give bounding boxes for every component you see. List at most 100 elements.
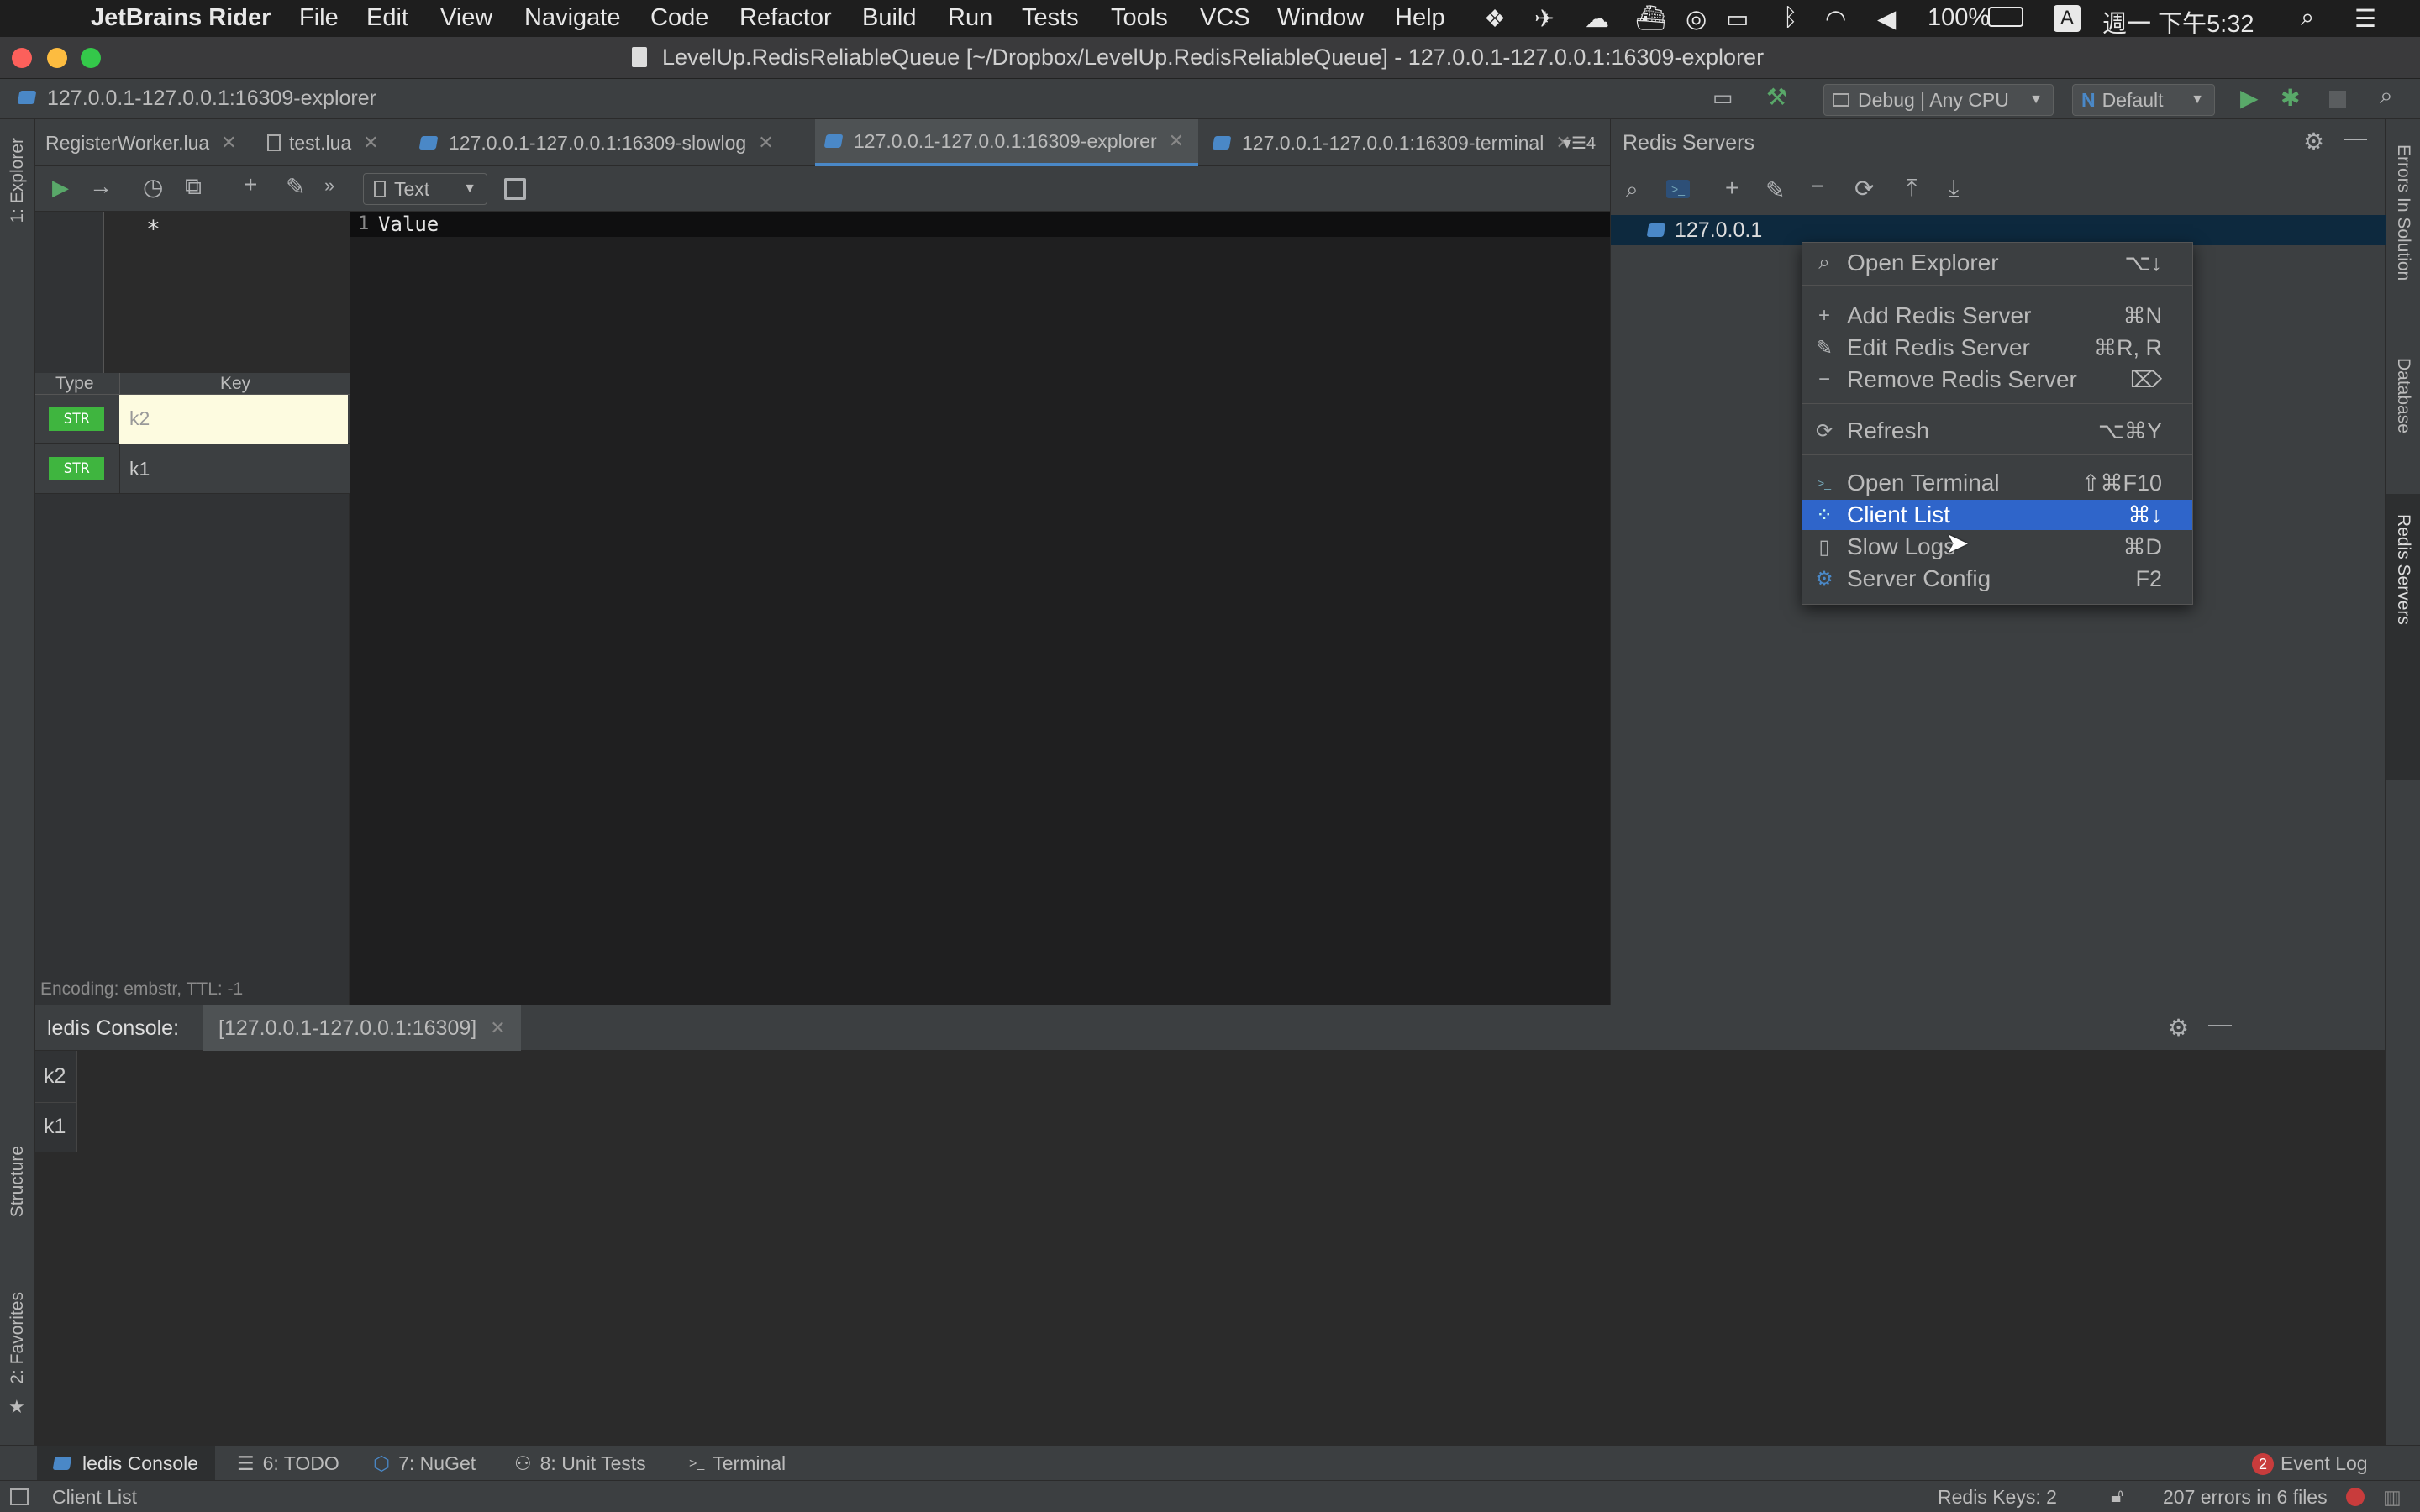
expand-all-icon[interactable]: ⤒ xyxy=(1907,175,1917,202)
minimize-window-button[interactable] xyxy=(47,48,67,68)
copy-icon[interactable]: ⧉ xyxy=(185,173,202,201)
error-indicator-icon[interactable] xyxy=(2346,1488,2365,1506)
debug-bug-icon[interactable]: ✱ xyxy=(2281,84,2300,112)
key-name[interactable]: k1 xyxy=(129,458,150,480)
tab-terminal[interactable]: 127.0.0.1-127.0.0.1:16309-terminal ✕ xyxy=(1203,119,1598,166)
wifi-icon[interactable]: ◠ xyxy=(1825,4,1846,34)
search-everywhere-icon[interactable]: ⌕ xyxy=(2380,82,2393,110)
tool-window-structure[interactable]: Structure xyxy=(8,1146,28,1217)
minimize-panel-icon[interactable]: — xyxy=(2208,1011,2232,1037)
menu-item-server-config[interactable]: ⚙ Server Config F2 xyxy=(1802,564,2192,594)
collapse-all-icon[interactable]: ⤓ xyxy=(1949,175,1959,202)
tool-tab-event-log[interactable]: 2 Event Log xyxy=(2252,1452,2368,1475)
table-row[interactable]: STR k1 xyxy=(35,444,350,494)
open-explorer-icon[interactable]: ⌕ xyxy=(1626,176,1639,203)
menu-item-add-redis-server[interactable]: + Add Redis Server ⌘N xyxy=(1802,301,2192,331)
list-item[interactable]: k1 xyxy=(35,1103,77,1152)
menu-vcs[interactable]: VCS xyxy=(1200,4,1250,32)
tab-explorer[interactable]: 127.0.0.1-127.0.0.1:16309-explorer ✕ xyxy=(815,119,1198,166)
menu-item-open-terminal[interactable]: >_ Open Terminal ⇧⌘F10 xyxy=(1802,468,2192,498)
menu-window[interactable]: Window xyxy=(1277,4,1364,32)
cloud-icon[interactable]: ☁ xyxy=(1585,4,1609,34)
server-tree-node[interactable]: 127.0.0.1 xyxy=(1611,215,2386,245)
table-row[interactable]: STR k2 xyxy=(35,395,350,444)
tool-window-favorites[interactable]: 2: Favorites xyxy=(8,1292,28,1384)
menu-edit[interactable]: Edit xyxy=(366,4,408,32)
window-layout-icon[interactable]: ▭ xyxy=(1712,85,1733,111)
lock-icon[interactable]: 🔓︎ xyxy=(2111,1484,2123,1507)
history-clock-icon[interactable]: ◷ xyxy=(143,173,163,201)
tab-test-lua[interactable]: test.lua ✕ xyxy=(257,119,405,166)
close-window-button[interactable] xyxy=(12,48,32,68)
add-icon[interactable]: + xyxy=(244,171,257,198)
battery-icon[interactable] xyxy=(1988,7,2023,27)
spotlight-icon[interactable]: ⌕ xyxy=(2301,4,2314,32)
tool-tab-ledis-console[interactable]: ledis Console xyxy=(37,1446,216,1481)
memory-indicator-icon[interactable]: ▥ xyxy=(2383,1486,2402,1509)
menu-code[interactable]: Code xyxy=(650,4,708,32)
volume-icon[interactable]: ◀ xyxy=(1877,4,1896,34)
column-header-key[interactable]: Key xyxy=(220,374,250,394)
edit-pencil-icon[interactable]: ✎ xyxy=(286,173,305,201)
server-label[interactable]: 127.0.0.1 xyxy=(1675,218,1762,243)
key-filter-editor[interactable]: * xyxy=(104,212,350,373)
close-icon[interactable]: ✕ xyxy=(363,132,378,154)
errors-summary[interactable]: 207 errors in 6 files xyxy=(2163,1486,2328,1509)
close-icon[interactable]: ✕ xyxy=(490,1017,505,1039)
docker-icon[interactable]: ⛴ xyxy=(1635,4,1666,33)
tool-window-errors[interactable]: Errors In Solution xyxy=(2393,144,2413,281)
value-editor[interactable]: 1 Value xyxy=(350,212,1610,1005)
menu-item-edit-redis-server[interactable]: ✎ Edit Redis Server ⌘R, R xyxy=(1802,333,2192,363)
close-icon[interactable]: ✕ xyxy=(221,132,236,154)
tool-window-database[interactable]: Database xyxy=(2393,358,2413,433)
list-item[interactable]: k2 xyxy=(35,1051,77,1103)
value-format-dropdown[interactable]: Text ▼ xyxy=(363,173,487,205)
more-icon[interactable]: » xyxy=(324,175,334,197)
tool-window-redis-servers[interactable]: Redis Servers xyxy=(2393,514,2413,625)
app-menu[interactable]: JetBrains Rider xyxy=(91,4,271,32)
menu-item-refresh[interactable]: ⟳ Refresh ⌥⌘Y xyxy=(1802,416,2192,446)
menu-help[interactable]: Help xyxy=(1395,4,1445,32)
run-target-dropdown[interactable]: N Default ▼ xyxy=(2072,84,2215,116)
airplay-icon[interactable]: ▭ xyxy=(1726,4,1749,34)
arrow-right-icon[interactable]: → xyxy=(89,173,113,200)
key-name[interactable]: k2 xyxy=(129,407,150,430)
run-icon[interactable]: ▶ xyxy=(2240,84,2259,112)
menu-item-client-list[interactable]: ⁘ Client List ⌘↓ xyxy=(1802,500,2192,530)
menu-tools[interactable]: Tools xyxy=(1111,4,1168,32)
tool-tab-unit-tests[interactable]: ⚇ 8: Unit Tests xyxy=(514,1452,646,1475)
tool-tab-terminal[interactable]: >_ Terminal xyxy=(689,1452,786,1475)
notification-center-icon[interactable]: ☰ xyxy=(2354,4,2376,34)
save-icon[interactable] xyxy=(504,178,526,200)
menu-item-remove-redis-server[interactable]: − Remove Redis Server ⌦ xyxy=(1802,365,2192,395)
edit-pencil-icon[interactable]: ✎ xyxy=(1765,176,1785,204)
key-cell-editing[interactable]: k2 xyxy=(119,395,348,444)
menu-build[interactable]: Build xyxy=(862,4,917,32)
stop-icon[interactable] xyxy=(2329,91,2346,108)
clock[interactable]: 週一 下午5:32 xyxy=(2102,4,2254,39)
airmail-icon[interactable]: ✈ xyxy=(1534,4,1555,34)
column-header-type[interactable]: Type xyxy=(55,374,94,394)
tool-tab-todo[interactable]: ☰ 6: TODO xyxy=(237,1452,339,1475)
menu-refactor[interactable]: Refactor xyxy=(739,4,832,32)
menu-item-open-explorer[interactable]: ⌕ Open Explorer ⌥↓ xyxy=(1802,248,2192,278)
input-source-icon[interactable]: A xyxy=(2054,5,2081,32)
close-icon[interactable]: ✕ xyxy=(758,132,773,154)
menu-file[interactable]: File xyxy=(299,4,339,32)
nav-breadcrumb[interactable]: 127.0.0.1-127.0.0.1:16309-explorer xyxy=(47,87,376,111)
close-icon[interactable]: ✕ xyxy=(1169,130,1184,152)
bluetooth-icon[interactable]: ᛒ xyxy=(1783,4,1797,32)
terminal-icon[interactable]: >_ xyxy=(1666,180,1690,198)
add-icon[interactable]: + xyxy=(1725,175,1739,202)
refresh-icon[interactable]: ⟳ xyxy=(1854,175,1874,202)
run-icon[interactable]: ▶ xyxy=(52,175,69,201)
gear-icon[interactable]: ⚙ xyxy=(2303,128,2324,155)
remove-icon[interactable]: − xyxy=(1811,173,1824,200)
menu-tests[interactable]: Tests xyxy=(1022,4,1079,32)
minimize-panel-icon[interactable]: — xyxy=(2344,124,2367,151)
tab-slowlog[interactable]: 127.0.0.1-127.0.0.1:16309-slowlog ✕ xyxy=(410,119,812,166)
tabs-overflow-button[interactable]: ▾☰4 xyxy=(1563,133,1596,154)
configuration-dropdown[interactable]: Debug | Any CPU ▼ xyxy=(1823,84,2054,116)
sync-icon[interactable]: ◎ xyxy=(1686,4,1707,34)
console-tab[interactable]: [127.0.0.1-127.0.0.1:16309] ✕ xyxy=(203,1005,521,1051)
